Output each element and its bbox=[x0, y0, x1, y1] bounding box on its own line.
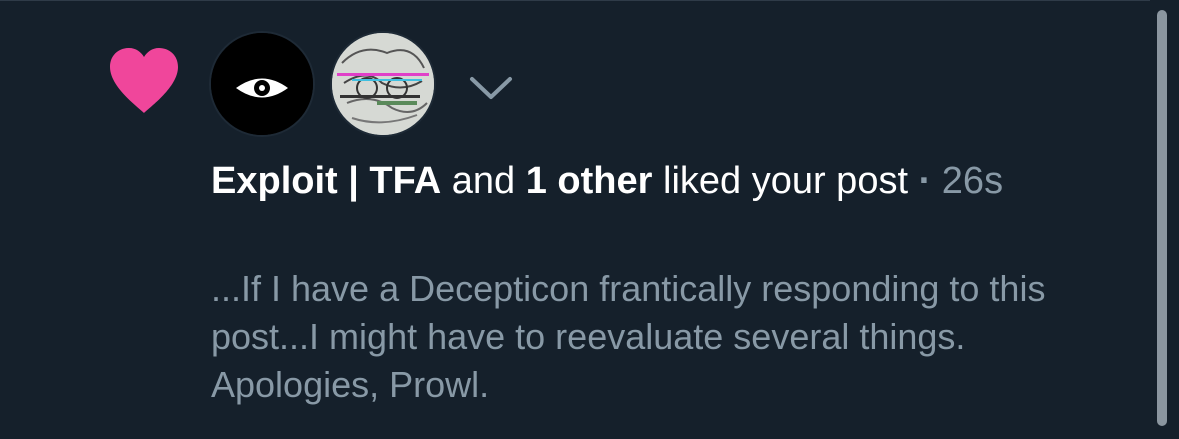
chevron-down-icon bbox=[470, 77, 512, 99]
timestamp: 26s bbox=[941, 160, 1004, 202]
expand-avatars-button[interactable] bbox=[466, 71, 516, 103]
like-notification[interactable]: Exploit | TFA and 1 other liked your pos… bbox=[0, 0, 1150, 439]
sketch-glitch-avatar bbox=[332, 33, 434, 135]
connector-text: and bbox=[441, 160, 526, 202]
avatar-exploit[interactable] bbox=[209, 31, 315, 137]
others-link[interactable]: 1 other bbox=[526, 160, 653, 202]
heart-icon bbox=[108, 47, 180, 115]
notification-headline: Exploit | TFA and 1 other liked your pos… bbox=[211, 157, 1111, 205]
action-text: liked your post bbox=[652, 160, 909, 202]
eye-logo-icon bbox=[211, 33, 313, 135]
actor-name-link[interactable]: Exploit | TFA bbox=[211, 160, 441, 202]
scrollbar[interactable] bbox=[1157, 10, 1167, 426]
avatar-other-user[interactable] bbox=[330, 31, 436, 137]
separator-dot: · bbox=[908, 160, 942, 202]
post-excerpt[interactable]: ...If I have a Decepticon frantically re… bbox=[211, 265, 1131, 409]
